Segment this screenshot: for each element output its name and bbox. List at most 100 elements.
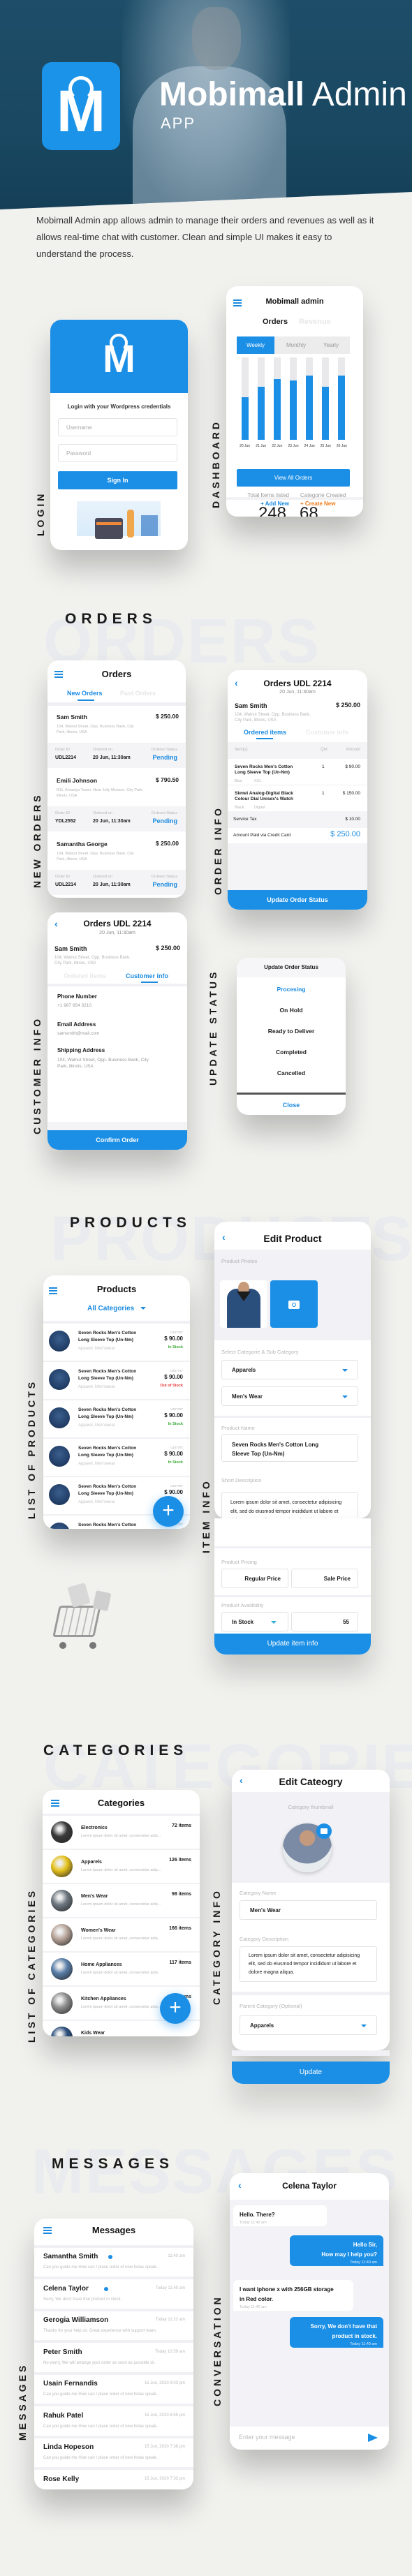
shipping-value: 104, Walnut Street, Opp. Business Bank, …: [57, 1058, 149, 1069]
tab-revenue[interactable]: Revenue: [299, 318, 331, 326]
category-row[interactable]: Electronics 72 items Lorem ipsum dolor sit…: [43, 1816, 200, 1850]
message-row[interactable]: Linda Hopeson 15 Jun, 2020 7:38 pm Can you…: [34, 2438, 193, 2470]
period-yearly[interactable]: Yearly: [314, 336, 348, 354]
message-row[interactable]: Usain Fernandis 15 Jun, 2020 9:03 pm Can y…: [34, 2375, 193, 2406]
category-row[interactable]: Men's Wear 98 items Lorem ipsum dolor sit …: [43, 1884, 200, 1918]
category-select[interactable]: Apparels: [221, 1360, 358, 1379]
product-row[interactable]: Seven Rocks Men's Cotton Long Sleeve Top…: [43, 1400, 190, 1439]
product-name-input[interactable]: Seven Rocks Men's Cotton Long Sleeve Top…: [221, 1434, 358, 1462]
category-count: 166 items: [169, 1926, 191, 1931]
order-row[interactable]: Samantha George $ 250.00 104, Walnut Stree…: [47, 834, 186, 897]
item-amount: $ 150.00: [342, 791, 360, 796]
camera-badge[interactable]: [316, 1823, 332, 1839]
label-dashboard: DASHBOARD: [210, 420, 221, 508]
category-thumbnail: [51, 1924, 73, 1946]
conversation-screen: ‹ Celena Taylor Hello. There? Today 11:40…: [230, 2173, 389, 2450]
tab-ordered-items[interactable]: Ordered items: [64, 972, 106, 979]
tab-customer-info[interactable]: Customer info: [306, 729, 348, 736]
order-date: 20 Jun, 11:30am: [99, 931, 135, 935]
subcategory-select[interactable]: Men's Wear: [221, 1386, 358, 1406]
tax-value: $ 10.00: [345, 817, 360, 822]
send-icon[interactable]: [368, 2434, 378, 2442]
divider: [214, 1546, 371, 1548]
add-photo-button[interactable]: [270, 1280, 318, 1328]
status-option[interactable]: On Hold: [237, 1007, 346, 1014]
status-option[interactable]: Cancelled: [237, 1069, 346, 1076]
message-text: in Red color.: [240, 2296, 274, 2302]
dropdown-icon: [140, 1307, 147, 1310]
subcategory-value: Men's Wear: [232, 1393, 263, 1400]
message-row[interactable]: Celena Taylor Today 11:40 am Sorry, We don…: [34, 2280, 193, 2311]
category-row[interactable]: Apparels 126 items Lorem ipsum dolor sit a…: [43, 1850, 200, 1884]
period-weekly[interactable]: Weekly: [237, 336, 274, 354]
category-thumbnail: [51, 1890, 73, 1911]
tab-new-orders[interactable]: New Orders: [67, 690, 103, 697]
tab-orders[interactable]: Orders: [263, 318, 288, 326]
card-stripe: [96, 522, 122, 525]
plus-icon: +: [169, 1996, 182, 2019]
product-name: Seven Rocks Men's Cotton Long Sleeve Top…: [78, 1369, 137, 1381]
product-photo[interactable]: [220, 1280, 267, 1328]
message-text: How may I help you?: [321, 2251, 377, 2258]
hero-photo-head: [192, 7, 241, 70]
tab-ordered-items[interactable]: Ordered items: [244, 729, 286, 736]
message-row[interactable]: Gerogia Williamson Today 11:22 am Thanks f…: [34, 2311, 193, 2343]
product-row[interactable]: Seven Rocks Men's Cotton Long Sleeve Top…: [43, 1324, 190, 1362]
login-logo-letter: M: [103, 336, 135, 380]
create-new-link[interactable]: + Create New: [300, 501, 335, 507]
product-name: Seven Rocks Men's Cotton Long Sleeve Top…: [78, 1484, 137, 1496]
update-item-info-button[interactable]: Update item info: [214, 1634, 371, 1655]
item-attribute: Black: [235, 806, 244, 810]
order-row[interactable]: Sam Smith $ 250.00 104, Walnut Street, Opp…: [47, 706, 186, 770]
bar: [241, 397, 249, 440]
sign-in-button[interactable]: Sign In: [58, 471, 177, 489]
status-option[interactable]: Procesing: [237, 986, 346, 993]
product-row[interactable]: Seven Rocks Men's Cotton Long Sleeve Top…: [43, 1439, 190, 1477]
category-desc-textarea[interactable]: Lorem ipsum dolor sit amet, consectetur …: [240, 1946, 377, 1982]
customer-name: Samantha George: [57, 841, 108, 847]
confirm-order-button[interactable]: Confirm Order: [47, 1130, 187, 1150]
tab-customer-info[interactable]: Customer info: [126, 972, 168, 979]
add-category-button[interactable]: +: [160, 1993, 191, 2024]
update-order-status-button[interactable]: Update Order Status: [228, 890, 367, 910]
parent-category-select[interactable]: Apparels: [240, 2015, 377, 2035]
status-option[interactable]: Ready to Deliver: [237, 1028, 346, 1035]
sale-price-input[interactable]: Sale Price: [291, 1569, 358, 1588]
message-row[interactable]: Samantha Smith 11:40 am Can you guide me H…: [34, 2248, 193, 2279]
category-row[interactable]: Women's Wear 166 items Lorem ipsum dolor s…: [43, 1918, 200, 1953]
order-row[interactable]: Emili Johnson $ 790.50 B11, Amaziya Tower,…: [47, 770, 186, 834]
add-new-link[interactable]: + Add New: [251, 501, 289, 507]
username-input[interactable]: Username: [58, 418, 177, 436]
status-option[interactable]: Completed: [237, 1049, 346, 1056]
close-button[interactable]: Close: [237, 1102, 346, 1109]
ordered-on-label: Ordered on: [93, 875, 112, 879]
password-input[interactable]: Password: [58, 444, 177, 462]
category-desc: Lorem ipsum dolor sit amet, consectetur …: [81, 1902, 161, 1907]
message-row[interactable]: Rahuk Patel 15 Jun, 2020 8:55 pm Can you g…: [34, 2407, 193, 2438]
message-row[interactable]: Rose Kelly 15 Jun, 2020 7:33 pm: [34, 2471, 193, 2490]
message-input[interactable]: Enter your message: [239, 2434, 295, 2441]
period-monthly[interactable]: Monthly: [279, 336, 314, 354]
regular-price-input[interactable]: Regular Price: [221, 1569, 288, 1588]
x-tick-label: 22 Jun: [272, 444, 283, 448]
messages-list-screen: Messages Samantha Smith 11:40 am Can you g…: [34, 2219, 193, 2489]
tab-past-orders[interactable]: Past Orders: [120, 690, 156, 697]
category-name-input[interactable]: Men's Wear: [240, 1900, 377, 1920]
add-product-button[interactable]: +: [153, 1496, 184, 1527]
quantity-input[interactable]: 55: [291, 1612, 358, 1631]
tab-indicator: [141, 982, 158, 983]
desc-label: Short Description: [221, 1477, 262, 1483]
availability-select[interactable]: In Stock: [221, 1612, 288, 1631]
update-category-button[interactable]: Update: [232, 2061, 390, 2084]
product-row[interactable]: Seven Rocks Men's Cotton Long Sleeve Top…: [43, 1362, 190, 1400]
tax-label: Service Tax: [233, 817, 257, 822]
contact-name: Rahuk Patel: [43, 2411, 84, 2420]
category-desc-label: Category Description: [240, 1936, 289, 1942]
email-value[interactable]: samsmith@mail.com: [57, 1031, 99, 1036]
category-row[interactable]: Home Appliances 117 items Lorem ipsum dolo…: [43, 1953, 200, 1987]
view-all-orders-button[interactable]: View All Orders: [237, 469, 350, 487]
category-filter[interactable]: All Categories: [43, 1305, 190, 1312]
message-row[interactable]: Peter Smith Today 10:59 am No worry, We wi…: [34, 2344, 193, 2375]
hero-subtitle: APP: [161, 114, 196, 132]
status-badge: Pending: [152, 817, 178, 824]
